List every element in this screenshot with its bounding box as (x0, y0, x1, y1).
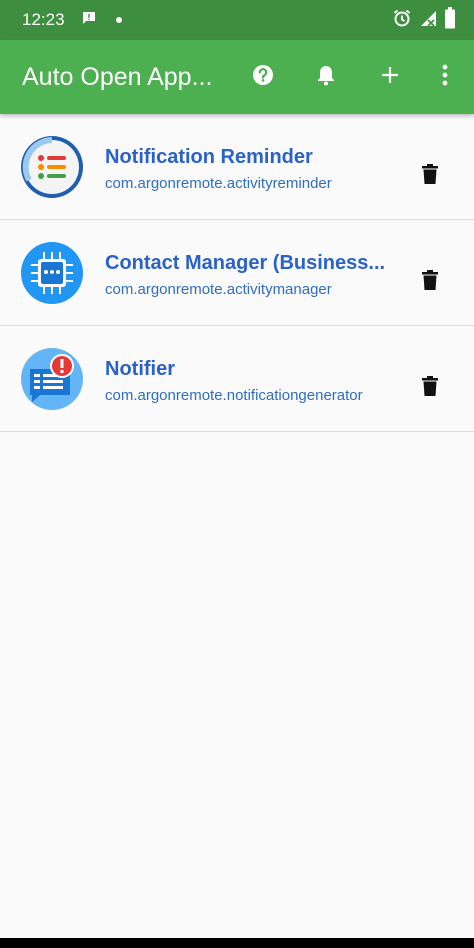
add-icon (381, 66, 399, 89)
app-name: Notifier (105, 358, 175, 380)
notifications-button[interactable] (302, 40, 350, 114)
app-package: com.argonremote.activitymanager (105, 281, 332, 298)
app-package: com.argonremote.notificationgenerator (105, 387, 363, 404)
help-icon (252, 64, 274, 91)
app-name: Contact Manager (Business... (105, 252, 386, 274)
trash-icon (422, 269, 438, 295)
app-bar: Auto Open App... (0, 40, 474, 114)
chip-chat-icon (20, 241, 84, 305)
app-package: com.argonremote.activityreminder (105, 175, 332, 192)
app-list: Notification Reminder com.argonremote.ac… (0, 114, 474, 432)
status-bar: 12:23 (0, 0, 474, 40)
battery-icon (444, 6, 456, 34)
status-time: 12:23 (22, 10, 65, 29)
bell-icon (316, 64, 336, 91)
list-item-text: Notifier com.argonremote.notificationgen… (105, 358, 395, 404)
app-title: Auto Open App... (22, 62, 213, 91)
list-item-text: Contact Manager (Business... com.argonre… (105, 252, 395, 298)
trash-icon (422, 375, 438, 401)
delete-button[interactable] (412, 370, 448, 406)
overflow-menu-icon (442, 64, 448, 91)
list-icon (20, 135, 84, 199)
help-button[interactable] (239, 40, 287, 114)
delete-button[interactable] (412, 264, 448, 300)
app-name: Notification Reminder (105, 146, 313, 168)
list-item[interactable]: Notifier com.argonremote.notificationgen… (0, 326, 474, 432)
alarm-icon (392, 8, 412, 33)
dot-icon (115, 11, 123, 29)
list-item[interactable]: Notification Reminder com.argonremote.ac… (0, 114, 474, 220)
list-item-text: Notification Reminder com.argonremote.ac… (105, 146, 395, 192)
delete-button[interactable] (412, 158, 448, 194)
message-icon (81, 10, 97, 31)
alert-chat-icon (20, 347, 84, 411)
status-right-icons (392, 6, 456, 34)
trash-icon (422, 163, 438, 189)
add-button[interactable] (366, 40, 414, 114)
status-left-icons (81, 10, 123, 31)
signal-icon (418, 8, 438, 33)
overflow-menu-button[interactable] (421, 40, 469, 114)
list-item[interactable]: Contact Manager (Business... com.argonre… (0, 220, 474, 326)
navigation-bar (0, 938, 474, 948)
